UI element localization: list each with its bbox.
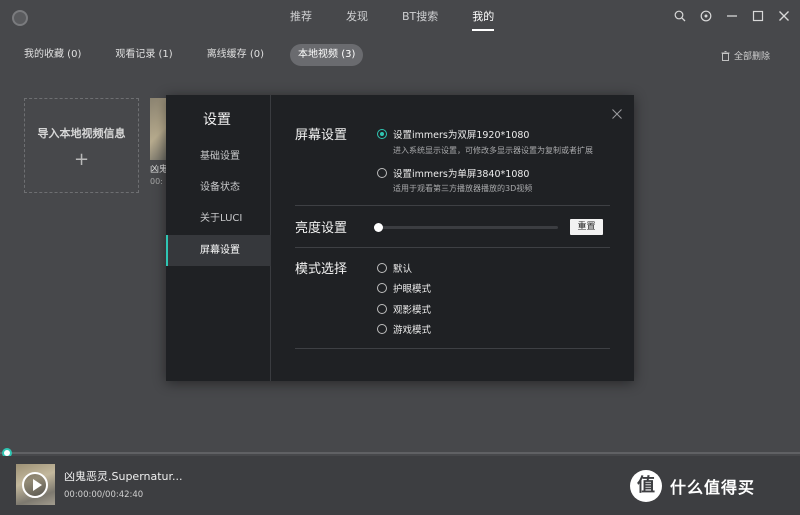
mode-option-game-label: 游戏模式 <box>393 325 432 336</box>
maximize-icon[interactable] <box>752 10 764 22</box>
sidebar-item-basic[interactable]: 基础设置 <box>166 141 271 172</box>
clear-all-label: 全部删除 <box>733 52 770 62</box>
import-label: 导入本地视频信息 <box>37 127 126 140</box>
player-bar: 凶鬼恶灵.Supernatur... 00:00:00/00:42:40 什么值… <box>0 456 800 515</box>
mode-option-default-label: 默认 <box>393 264 413 275</box>
sidebar-item-device-status[interactable]: 设备状态 <box>166 172 271 203</box>
trash-icon <box>721 50 730 61</box>
search-icon[interactable] <box>674 10 686 22</box>
window-controls <box>674 10 790 22</box>
divider <box>295 247 610 248</box>
plus-icon: + <box>73 149 90 170</box>
now-playing-thumbnail <box>16 464 55 505</box>
radio-mode-game[interactable] <box>377 324 387 334</box>
nav-tab-mine[interactable]: 我的 <box>472 0 495 36</box>
settings-sidebar: 设置 基础设置 设备状态 关于LUCI 屏幕设置 <box>166 95 271 381</box>
radio-single-screen[interactable] <box>377 168 387 178</box>
watermark-text: 什么值得买 <box>670 478 756 497</box>
app-logo-icon[interactable] <box>12 10 28 26</box>
brightness-slider-handle[interactable] <box>373 223 383 232</box>
tab-favorites[interactable]: 我的收藏 (0) <box>16 44 89 66</box>
import-local-video-button[interactable]: 导入本地视频信息 + <box>24 98 139 193</box>
settings-title: 设置 <box>203 112 231 128</box>
divider <box>295 348 610 349</box>
screen-option-single[interactable]: 设置immers为单屏3840*1080 <box>377 166 529 180</box>
record-icon[interactable] <box>700 10 712 22</box>
mode-option-default[interactable]: 默认 <box>377 261 412 275</box>
screen-option-dual-desc: 进入系统显示设置，可修改多显示器设置为复制或者扩展 <box>393 146 593 155</box>
brightness-section-label: 亮度设置 <box>295 221 348 236</box>
mode-option-movie[interactable]: 观影模式 <box>377 302 431 316</box>
watermark: 什么值得买 <box>630 470 755 502</box>
radio-mode-default[interactable] <box>377 263 387 273</box>
mode-option-game[interactable]: 游戏模式 <box>377 322 431 336</box>
play-icon[interactable] <box>22 472 48 498</box>
mode-option-eye-care-label: 护眼模式 <box>393 284 432 295</box>
now-playing-title: 凶鬼恶灵.Supernatur... <box>64 470 183 483</box>
now-playing-time: 00:00:00/00:42:40 <box>64 490 144 500</box>
mode-option-eye-care[interactable]: 护眼模式 <box>377 281 431 295</box>
nav-tab-discover[interactable]: 发现 <box>346 0 368 36</box>
divider <box>295 205 610 206</box>
radio-dual-screen[interactable] <box>377 129 387 139</box>
brightness-slider[interactable] <box>373 223 558 232</box>
close-icon[interactable] <box>778 10 790 22</box>
screen-option-dual[interactable]: 设置immers为双屏1920*1080 <box>377 127 529 141</box>
radio-mode-movie[interactable] <box>377 304 387 314</box>
watermark-logo-icon <box>630 470 662 502</box>
nav-tab-bt-search[interactable]: BT搜索 <box>402 0 438 36</box>
tab-watch-history[interactable]: 观看记录 (1) <box>107 44 180 66</box>
nav-tab-recommend[interactable]: 推荐 <box>290 0 312 36</box>
playback-progress-bar[interactable] <box>0 448 800 458</box>
sidebar-item-screen[interactable]: 屏幕设置 <box>166 235 271 266</box>
screen-option-single-label: 设置immers为单屏3840*1080 <box>393 169 530 180</box>
main-nav: 推荐 发现 BT搜索 我的 <box>290 0 528 36</box>
category-tabs: 我的收藏 (0) 观看记录 (1) 离线缓存 (0) 本地视频 (3) <box>16 44 381 66</box>
screen-option-dual-label: 设置immers为双屏1920*1080 <box>393 130 530 141</box>
minimize-icon[interactable] <box>726 10 738 22</box>
screen-section-label: 屏幕设置 <box>295 128 348 143</box>
reset-button[interactable]: 重置 <box>570 219 603 235</box>
radio-mode-eye-care[interactable] <box>377 283 387 293</box>
mode-option-movie-label: 观影模式 <box>393 305 432 316</box>
clear-all-button[interactable]: 全部删除 <box>721 49 770 62</box>
tab-offline-cache[interactable]: 离线缓存 (0) <box>199 44 272 66</box>
sidebar-item-about[interactable]: 关于LUCI <box>166 203 271 234</box>
mode-section-label: 模式选择 <box>295 262 348 277</box>
settings-dialog: 设置 基础设置 设备状态 关于LUCI 屏幕设置 屏幕设置 设置immers为双… <box>166 95 634 381</box>
dialog-close-icon[interactable] <box>612 109 622 119</box>
tab-local-videos[interactable]: 本地视频 (3) <box>290 44 364 66</box>
screen-option-single-desc: 适用于观看第三方播放器播放的3D视频 <box>393 184 533 193</box>
top-bar: 推荐 发现 BT搜索 我的 <box>0 0 800 36</box>
